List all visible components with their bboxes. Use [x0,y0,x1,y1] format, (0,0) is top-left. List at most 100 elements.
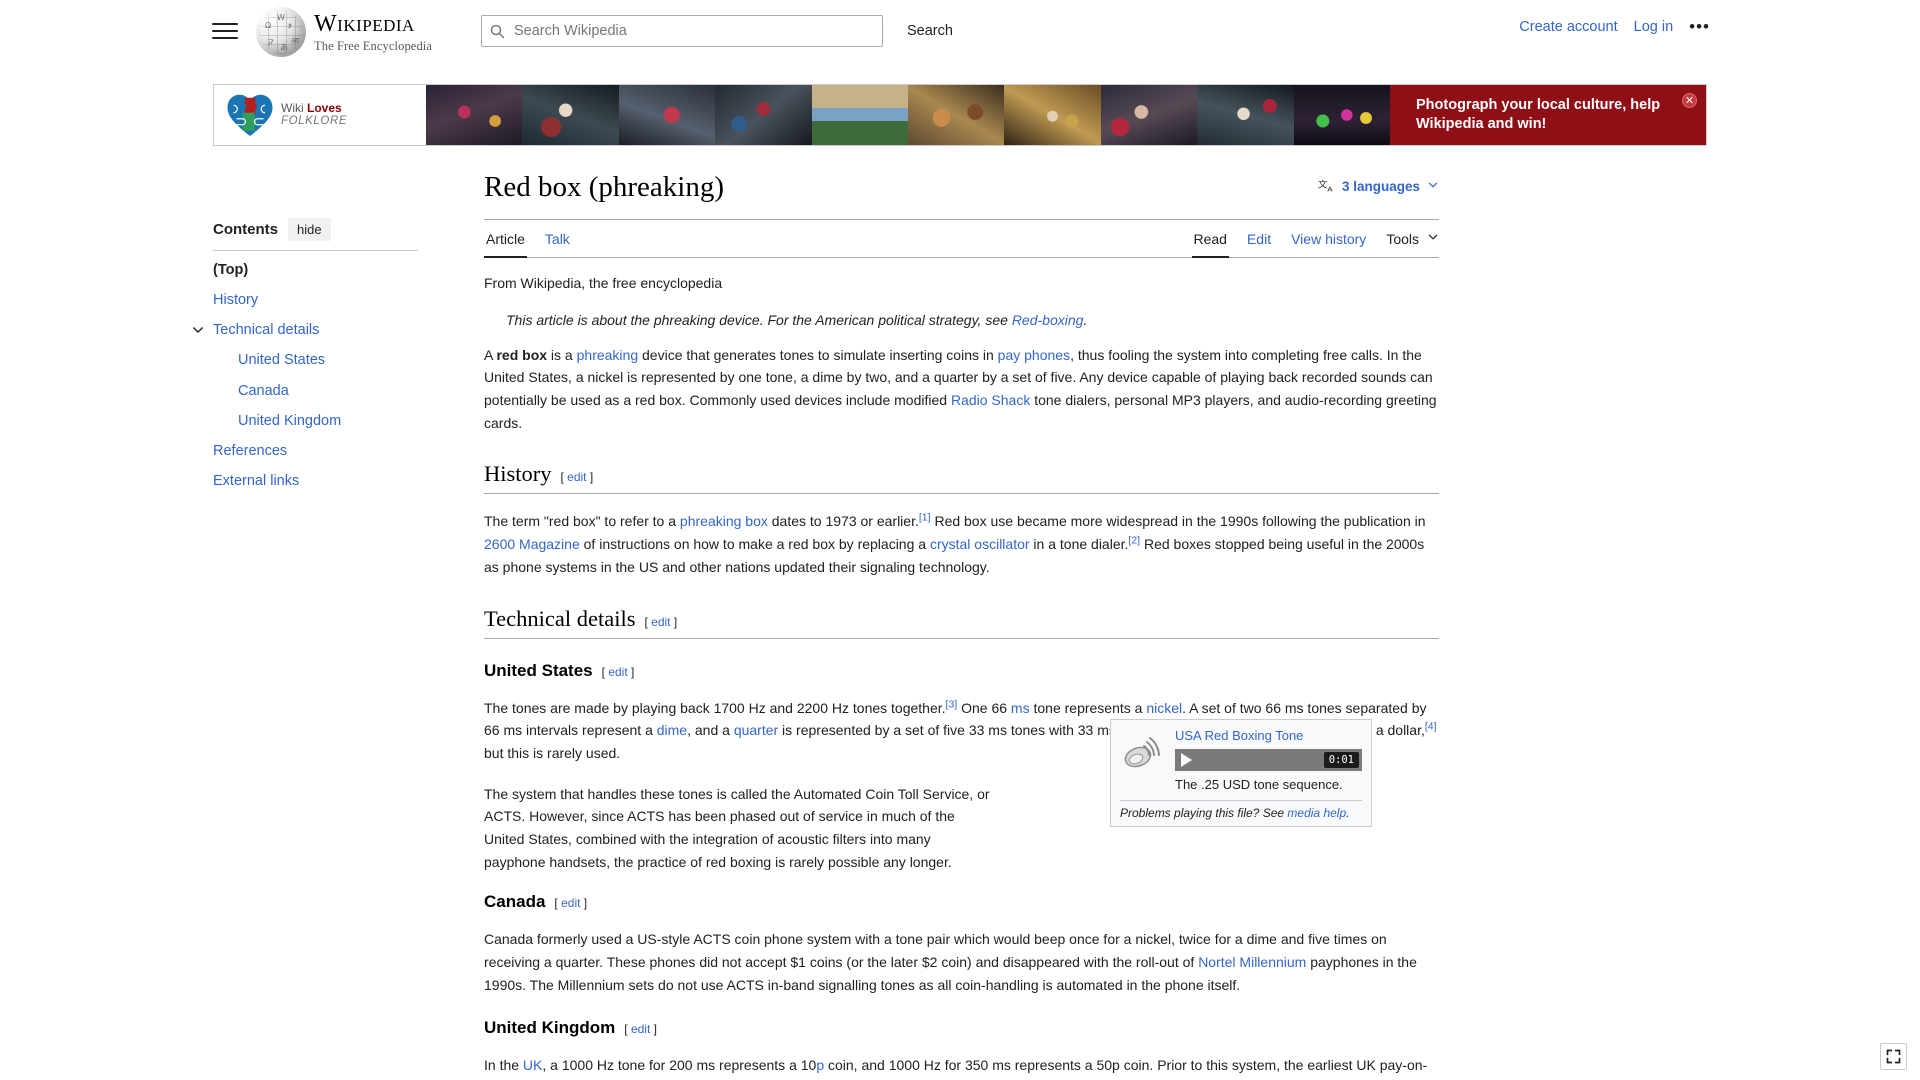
more-options-icon[interactable]: ••• [1689,18,1710,35]
banner-photo [618,85,716,145]
link-phreaking[interactable]: phreaking [577,347,639,363]
svg-text:文: 文 [1318,178,1328,190]
link-nortel-millennium[interactable]: Nortel Millennium [1198,954,1306,970]
tab-tools[interactable]: Tools [1384,220,1421,257]
reference-3[interactable]: [3] [946,698,958,710]
banner-call-to-action[interactable]: Photograph your local culture, help Wiki… [1390,85,1706,145]
toc-title: Contents [213,221,278,238]
header-user-links: Create account Log in ••• [1519,18,1710,35]
toc-hide-button[interactable]: hide [288,218,331,241]
link-2600-magazine[interactable]: 2600 Magazine [484,536,580,552]
edit-link[interactable]: edit [608,665,627,679]
tab-edit[interactable]: Edit [1245,220,1273,257]
log-in-link[interactable]: Log in [1634,19,1674,35]
audio-player[interactable]: 0:01 [1175,748,1362,771]
speaker-icon [1120,728,1166,780]
reference-4[interactable]: [4] [1425,721,1437,733]
link-dime[interactable]: dime [657,722,687,738]
section-heading-united-kingdom: United Kingdom [ edit ] [484,1018,1439,1038]
link-phreaking-box[interactable]: phreaking box [680,513,768,529]
us-text-3: tone represents a [1029,699,1147,716]
search-button[interactable]: Search [895,15,965,47]
article-content: Red box (phreaking) 文 A 3 languages Arti… [484,170,1439,1080]
sidebar-item-top[interactable]: (Top) [213,255,418,285]
link-quarter[interactable]: quarter [734,722,778,738]
edit-link[interactable]: edit [567,470,586,484]
search-input[interactable] [512,22,874,40]
heading-text: Technical details [484,605,636,631]
chevron-down-icon[interactable] [1427,231,1439,246]
lead-text-2: is a [547,346,577,363]
audio-file-title[interactable]: USA Red Boxing Tone [1175,728,1362,744]
link-ms[interactable]: ms [1011,700,1030,716]
edit-section-link: [ edit ] [601,664,635,679]
wordmark-text: Wikipedia [314,10,415,37]
edit-link[interactable]: edit [651,615,670,629]
puzzle-heart-icon [227,94,273,136]
edit-link[interactable]: edit [631,1022,650,1036]
edit-section-link: [ edit ] [554,896,588,911]
chevron-down-icon [1427,179,1439,194]
history-text-2: dates to 1973 or earlier. [767,513,919,530]
sidebar-item-united-kingdom[interactable]: United Kingdom [213,406,418,436]
tab-article[interactable]: Article [484,220,527,258]
link-nickel[interactable]: nickel [1146,700,1182,716]
canada-paragraph: Canada formerly used a US-style ACTS coi… [484,928,1439,996]
toc-header: Contents hide [213,218,418,241]
sidebar-item-external-links[interactable]: External links [213,466,418,496]
edit-link[interactable]: edit [561,896,580,910]
link-pay-phones[interactable]: pay phones [998,347,1070,363]
uk-text-1: In the [484,1057,523,1074]
campaign-banner[interactable]: Wiki Loves FOLKLORE Photograph your loca… [213,84,1707,146]
play-icon[interactable] [1181,752,1192,767]
history-text-5: in a tone dialer. [1029,536,1129,553]
united-states-paragraph-2: The system that handles these tones is c… [484,785,990,870]
translate-icon: 文 A [1318,178,1333,193]
hamburger-menu-icon[interactable] [212,20,238,42]
banner-image-strip [426,85,1391,145]
link-crystal-oscillator[interactable]: crystal oscillator [930,536,1030,552]
language-count-label: 3 languages [1341,179,1420,194]
list-item: External links [213,466,418,496]
link-red-boxing[interactable]: Red-boxing [1012,312,1084,328]
us-text-2: One 66 [957,699,1011,716]
wikipedia-logo-link[interactable]: Ω W و ק あ आ Wikipedia The Free Encyclope… [256,7,432,57]
hatnote-text-before: This article is about the phreaking devi… [506,311,1012,328]
list-item: United Kingdom [213,406,418,436]
list-item: (Top) [213,255,418,285]
media-help-link[interactable]: media help [1287,806,1346,820]
tab-view-history[interactable]: View history [1289,220,1368,257]
sidebar-item-technical-details[interactable]: Technical details [213,315,418,345]
hamburger-bar [212,23,238,25]
sidebar-item-history[interactable]: History [213,285,418,315]
tabs-divider [484,256,1439,258]
article-header: Red box (phreaking) 文 A 3 languages [484,170,1439,205]
sidebar-item-canada[interactable]: Canada [213,376,418,406]
link-penny[interactable]: p [816,1057,824,1073]
lead-bold-term: red box [496,346,548,363]
sidebar-item-united-states[interactable]: United States [213,345,418,375]
wikipedia-globe-logo: Ω W و ק あ आ [256,7,306,57]
link-radio-shack[interactable]: Radio Shack [951,392,1030,408]
search-field[interactable] [481,15,883,47]
us-text-7: but this is rarely used. [484,744,621,761]
audio-file-box: USA Red Boxing Tone 0:01 The .25 USD ton… [1110,719,1372,827]
language-selector-button[interactable]: 文 A 3 languages [1318,178,1439,195]
tab-talk[interactable]: Talk [543,220,572,257]
wordmark-tagline: The Free Encyclopedia [314,38,433,53]
link-uk[interactable]: UK [523,1057,542,1073]
chevron-down-icon[interactable] [191,323,205,337]
reference-2[interactable]: [2] [1128,535,1140,547]
reference-1[interactable]: [1] [919,512,931,524]
banner-cta-text: Photograph your local culture, help Wiki… [1416,97,1661,132]
sidebar-item-references[interactable]: References [213,436,418,466]
article-tabs: Article Talk Read Edit View history Tool… [484,220,1439,258]
close-icon[interactable]: ✕ [1682,93,1697,108]
hatnote-text-after: . [1083,311,1088,328]
tab-read[interactable]: Read [1191,220,1230,258]
section-heading-technical-details: Technical details [ edit ] [484,606,1439,639]
create-account-link[interactable]: Create account [1519,19,1617,35]
us-text-1: The tones are made by playing back 1700 … [484,699,946,716]
fullscreen-button[interactable] [1880,1043,1907,1070]
lead-text-1: A [484,346,497,363]
